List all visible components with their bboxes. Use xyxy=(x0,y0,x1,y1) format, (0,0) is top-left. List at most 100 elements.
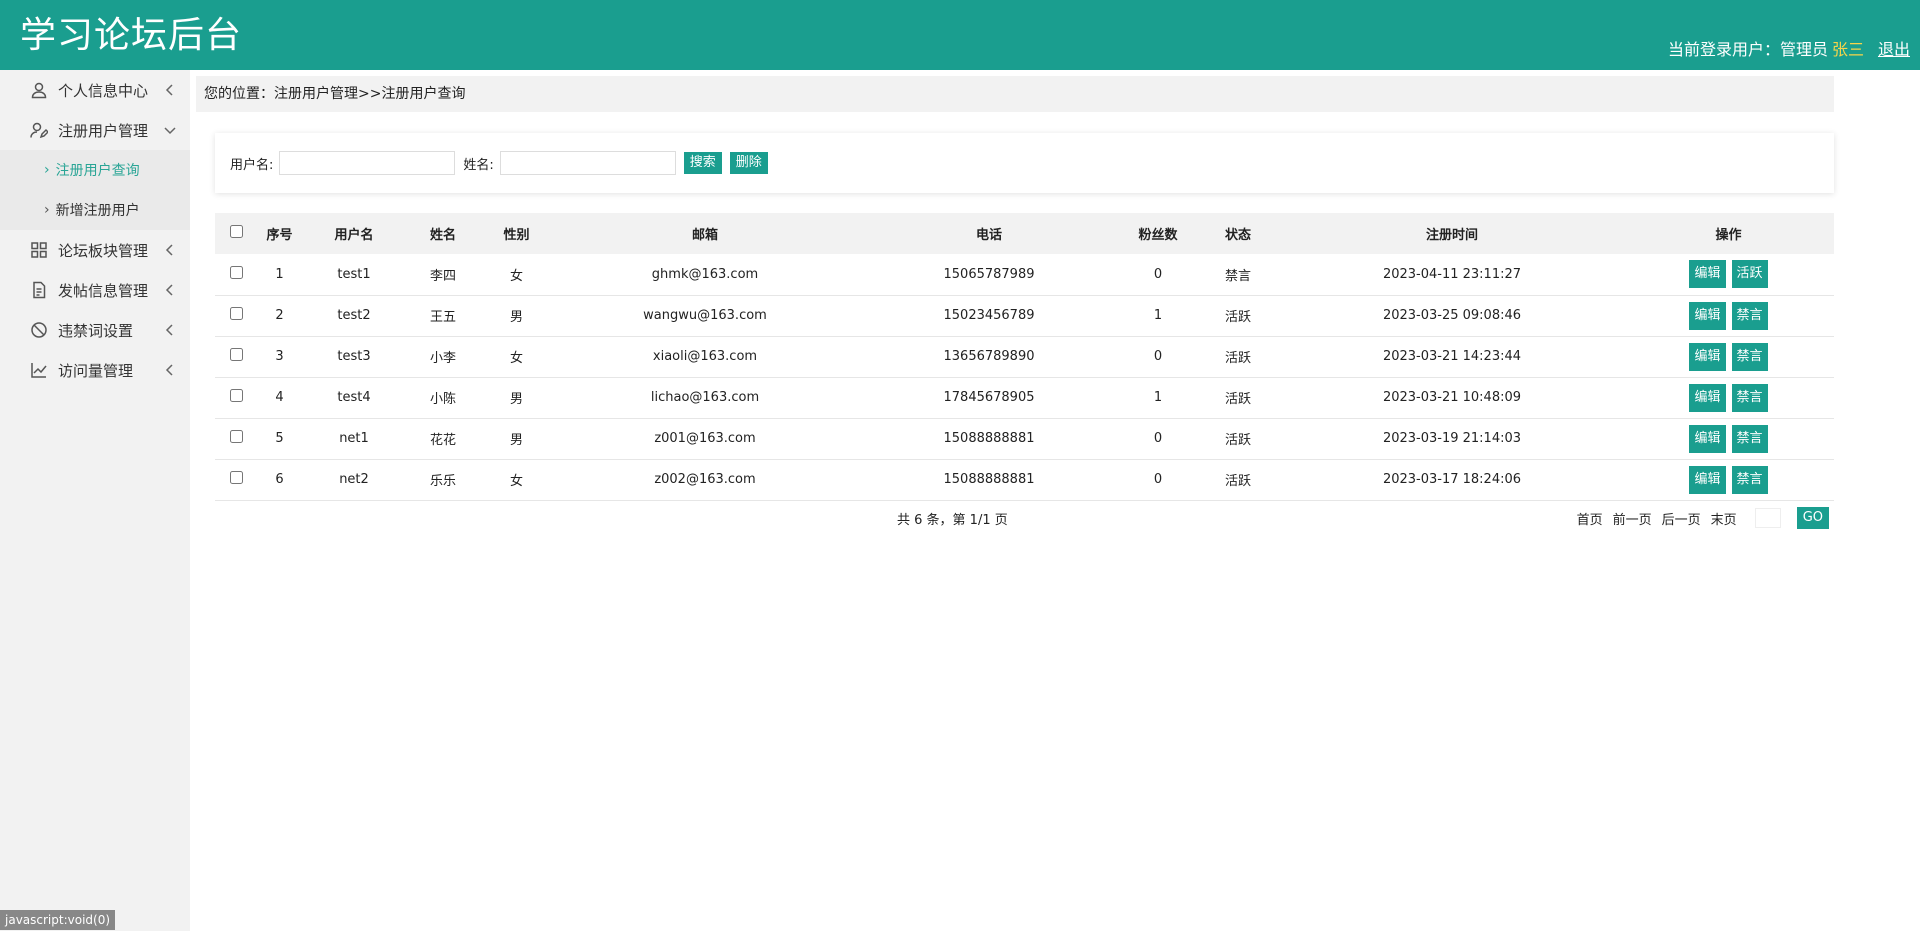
cell-status: 活跃 xyxy=(1224,392,1251,407)
sidebar-item-profile[interactable]: 个人信息中心 xyxy=(0,70,190,110)
cell-register-time: 2023-03-19 21:14:03 xyxy=(1382,431,1522,446)
sidebar-item-label: 违禁词设置 xyxy=(58,321,134,340)
cell-phone: 15065787989 xyxy=(943,266,1035,282)
column-header: 用户名 xyxy=(334,228,374,243)
pagination: 共 6 条，第 1/1 页 首页 前一页 后一页 末页 GO xyxy=(215,505,1834,535)
top-header: 学习论坛后台 当前登录用户：管理员 张三 退出 xyxy=(0,0,1920,70)
column-header: 邮箱 xyxy=(691,228,718,243)
cell-status: 活跃 xyxy=(1224,351,1251,366)
cell-email: xiaoli@163.com xyxy=(652,349,758,364)
cell-email: ghmk@163.com xyxy=(651,266,759,282)
cell-gender: 男 xyxy=(509,310,523,325)
row-checkbox[interactable] xyxy=(229,348,243,361)
select-all-checkbox[interactable] xyxy=(229,225,243,238)
chevron-right-icon: › xyxy=(44,162,50,178)
chevron-left-icon xyxy=(162,242,178,258)
cell-register-time: 2023-03-25 09:08:46 xyxy=(1382,308,1522,323)
cell-index: 1 xyxy=(275,266,284,282)
cell-status: 禁言 xyxy=(1224,268,1251,284)
sidebar-item-posts[interactable]: 发帖信息管理 xyxy=(0,270,190,310)
cell-fans: 1 xyxy=(1153,390,1163,405)
username-label: 用户名: xyxy=(230,157,274,173)
pagination-summary: 共 6 条，第 1/1 页 xyxy=(897,513,1008,528)
toggle-status-button[interactable]: 活跃 xyxy=(1731,260,1768,289)
chart-line-icon xyxy=(30,361,48,379)
edit-button[interactable]: 编辑 xyxy=(1689,342,1726,371)
cell-gender: 女 xyxy=(509,268,523,284)
sidebar-subitem-add-user[interactable]: › 新增注册用户 xyxy=(0,190,190,230)
sidebar-item-banned-words[interactable]: 违禁词设置 xyxy=(0,310,190,350)
cell-register-time: 2023-03-21 10:48:09 xyxy=(1382,390,1522,405)
column-header: 性别 xyxy=(503,228,530,243)
toggle-status-button[interactable]: 禁言 xyxy=(1731,342,1768,371)
pagination-links: 首页 前一页 后一页 末页 GO xyxy=(1567,507,1829,529)
cell-username: net1 xyxy=(339,431,369,446)
cell-gender: 女 xyxy=(509,474,523,489)
cell-actions: 编辑 禁言 xyxy=(1623,377,1834,418)
username-input[interactable] xyxy=(279,151,456,175)
toggle-status-button[interactable]: 禁言 xyxy=(1731,465,1768,494)
table-row: 2 test2 王五 男 wangwu@163.com 15023456789 … xyxy=(215,295,1834,336)
cell-index: 3 xyxy=(275,349,284,364)
sidebar-item-boards[interactable]: 论坛板块管理 xyxy=(0,230,190,270)
toggle-status-button[interactable]: 禁言 xyxy=(1731,424,1768,453)
cell-username: net2 xyxy=(339,472,369,487)
cell-index: 6 xyxy=(275,472,284,487)
next-page-link[interactable]: 后一页 xyxy=(1662,509,1701,528)
cell-gender: 男 xyxy=(509,433,523,448)
first-page-link[interactable]: 首页 xyxy=(1577,509,1603,528)
cell-actions: 编辑 禁言 xyxy=(1623,418,1834,459)
cell-actions: 编辑 活跃 xyxy=(1623,254,1834,295)
document-icon xyxy=(30,281,48,299)
row-checkbox[interactable] xyxy=(229,471,243,484)
current-user-name[interactable]: 张三 xyxy=(1832,38,1864,62)
row-checkbox[interactable] xyxy=(229,265,243,279)
name-input[interactable] xyxy=(499,151,676,175)
cell-actions: 编辑 禁言 xyxy=(1623,336,1834,377)
go-button[interactable]: GO xyxy=(1796,507,1829,529)
chevron-left-icon xyxy=(162,362,178,378)
edit-button[interactable]: 编辑 xyxy=(1689,465,1726,494)
page-number-input[interactable] xyxy=(1754,508,1781,528)
cell-name: 小陈 xyxy=(429,392,456,407)
cell-index: 2 xyxy=(275,308,284,323)
cell-index: 4 xyxy=(275,390,284,405)
users-table-container: 序号 用户名 姓名 性别 邮箱 电话 粉丝数 状态 注册时间 操作 1 test… xyxy=(215,213,1834,501)
app-title: 学习论坛后台 xyxy=(20,15,243,56)
logout-link[interactable]: 退出 xyxy=(1878,38,1910,62)
row-checkbox[interactable] xyxy=(229,389,243,402)
prev-page-link[interactable]: 前一页 xyxy=(1613,509,1652,528)
sidebar-subitem-user-query[interactable]: › 注册用户查询 xyxy=(0,150,190,190)
table-row: 5 net1 花花 男 z001@163.com 15088888881 0 活… xyxy=(215,418,1834,459)
current-user-label: 当前登录用户：管理员 xyxy=(1667,40,1828,59)
cell-actions: 编辑 禁言 xyxy=(1623,459,1834,500)
grid-icon xyxy=(30,241,48,259)
edit-button[interactable]: 编辑 xyxy=(1689,383,1726,412)
chevron-right-icon: › xyxy=(44,202,50,218)
chevron-left-icon xyxy=(162,322,178,338)
status-bar-tooltip: javascript:void(0) xyxy=(0,910,116,930)
chevron-down-icon xyxy=(162,122,178,138)
cell-phone: 15088888881 xyxy=(943,472,1035,487)
sidebar-submenu-users: › 注册用户查询 › 新增注册用户 xyxy=(0,150,190,230)
row-checkbox[interactable] xyxy=(229,430,243,443)
chevron-left-icon xyxy=(162,282,178,298)
cell-register-time: 2023-03-17 18:24:06 xyxy=(1382,472,1522,487)
cell-fans: 0 xyxy=(1153,431,1163,446)
toggle-status-button[interactable]: 禁言 xyxy=(1731,383,1768,412)
edit-button[interactable]: 编辑 xyxy=(1689,301,1726,330)
cell-name: 李四 xyxy=(429,268,456,284)
toggle-status-button[interactable]: 禁言 xyxy=(1731,301,1768,330)
search-button[interactable]: 搜索 xyxy=(683,152,722,174)
cell-gender: 女 xyxy=(509,351,523,366)
table-row: 1 test1 李四 女 ghmk@163.com 15065787989 0 … xyxy=(215,254,1834,295)
sidebar-item-traffic[interactable]: 访问量管理 xyxy=(0,350,190,390)
row-checkbox[interactable] xyxy=(229,307,243,320)
edit-button[interactable]: 编辑 xyxy=(1689,424,1726,453)
last-page-link[interactable]: 末页 xyxy=(1711,509,1737,528)
cell-email: z001@163.com xyxy=(654,431,756,446)
delete-button[interactable]: 删除 xyxy=(729,152,768,174)
sidebar-item-users[interactable]: 注册用户管理 xyxy=(0,110,190,150)
sidebar-item-label: 论坛板块管理 xyxy=(58,241,149,260)
edit-button[interactable]: 编辑 xyxy=(1689,260,1726,289)
